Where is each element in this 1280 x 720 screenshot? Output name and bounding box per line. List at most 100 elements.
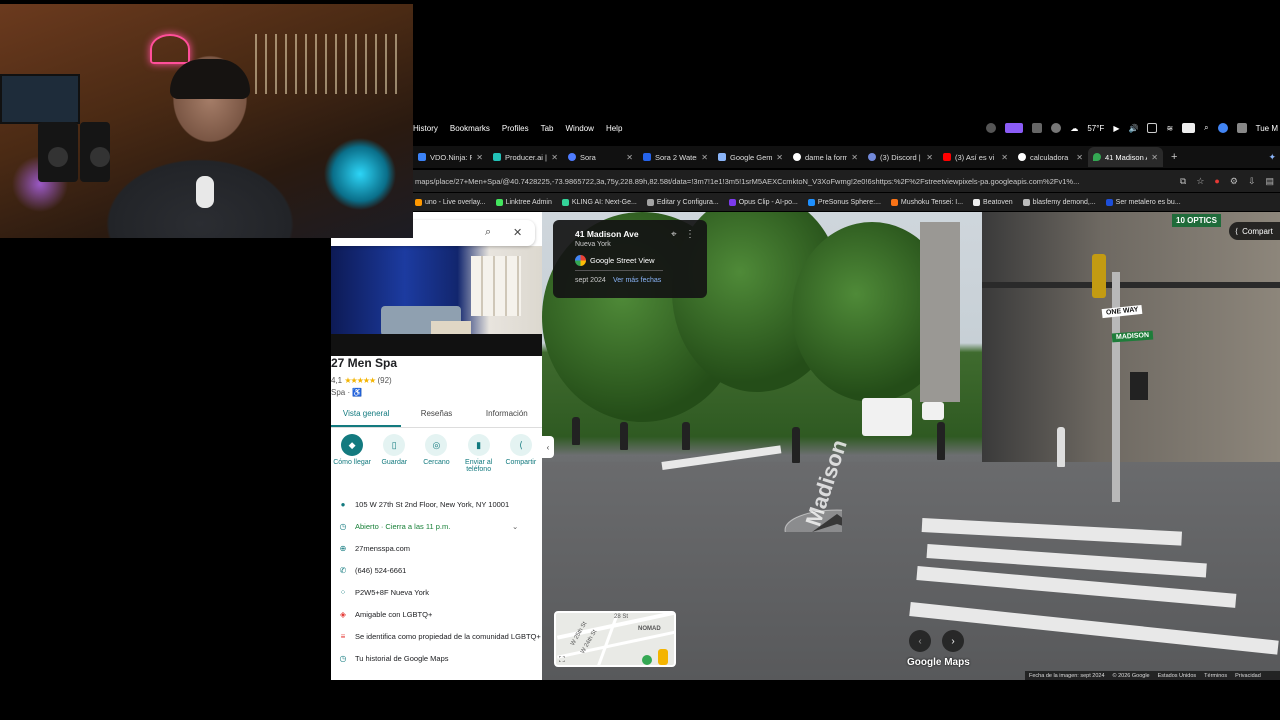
bookmark-item[interactable]: Ser metalero es bu... [1105, 198, 1181, 206]
tab-discord[interactable]: (3) Discord | ✕ [863, 147, 938, 167]
place-photo[interactable] [331, 246, 542, 356]
tab-about[interactable]: Información [472, 404, 542, 427]
close-icon[interactable]: ✕ [1151, 153, 1158, 162]
pedestrian [682, 422, 690, 450]
bookmark-item[interactable]: blasfemy demond,... [1022, 198, 1096, 206]
bookmark-item[interactable]: Beatoven [973, 198, 1013, 206]
save-button[interactable]: ▯ Guardar [374, 434, 414, 473]
tab-producer[interactable]: Producer.ai | ✕ [488, 147, 563, 167]
tab-calculadora[interactable]: calculadora ✕ [1013, 147, 1088, 167]
bookmark-item[interactable]: KLING AI: Next-Ge... [561, 198, 637, 206]
close-icon[interactable]: ✕ [851, 153, 858, 162]
menu-history[interactable]: History [413, 124, 438, 133]
location-pin-icon[interactable]: ⌖ [671, 229, 677, 240]
bookmark-star-icon[interactable]: ☆ [1196, 176, 1204, 187]
minimap[interactable]: 28 St NOMAD W 25th St W 24th St ⛶ [554, 611, 676, 667]
tab-google-gemini[interactable]: Google Gem ✕ [713, 147, 788, 167]
play-icon[interactable]: ▶ [1113, 124, 1119, 133]
address-row[interactable]: ● 105 W 27th St 2nd Floor, New York, NY 1… [331, 496, 542, 518]
phone-row[interactable]: ✆ (646) 524-6661 [331, 562, 542, 584]
new-tab-button[interactable]: + [1171, 151, 1177, 163]
review-count[interactable]: (92) [377, 376, 391, 385]
imagery-footer: Fecha de la imagen: sept 2024 © 2026 Goo… [1025, 671, 1280, 680]
tab-sora[interactable]: Sora ✕ [563, 147, 638, 167]
maps-history-row[interactable]: ◷ Tu historial de Google Maps [331, 650, 542, 672]
bookmark-item[interactable]: PreSonus Sphere:... [807, 198, 881, 206]
see-more-dates-link[interactable]: Ver más fechas [613, 277, 661, 284]
pegman-icon[interactable] [658, 649, 668, 665]
expand-icon[interactable]: ⛶ [559, 655, 565, 665]
bookmark-favicon [646, 198, 654, 206]
chrome-profile-icon[interactable] [1217, 123, 1228, 133]
bookmark-item[interactable]: Opus Clip - AI-po... [728, 198, 798, 206]
tab-vdo-ninja[interactable]: VDO.Ninja: R ✕ [413, 147, 488, 167]
plus-code-row[interactable]: ⁘ P2W5+8F Nueva York [331, 584, 542, 606]
screen-record-icon[interactable] [1005, 123, 1024, 133]
terms-link[interactable]: Términos [1204, 673, 1227, 679]
tab-overview[interactable]: Vista general [331, 404, 402, 427]
directions-button[interactable]: ◆ Cómo llegar [332, 434, 372, 473]
tab-dame-la-form[interactable]: dame la form ✕ [788, 147, 863, 167]
prev-arrow-icon[interactable]: ‹ [909, 630, 931, 652]
url-field[interactable]: maps/place/27+Men+Spa/@40.7428225,-73.98… [415, 177, 1170, 186]
send-to-phone-button[interactable]: ▮ Enviar al teléfono [459, 434, 499, 473]
menu-help[interactable]: Help [606, 124, 622, 133]
website-row[interactable]: ⊕ 27mensspa.com [331, 540, 542, 562]
bookmark-item[interactable]: Editar y Configura... [646, 198, 719, 206]
privacy-link[interactable]: Privacidad [1235, 673, 1261, 679]
close-icon[interactable]: ✕ [701, 153, 708, 162]
close-icon[interactable]: ✕ [476, 153, 483, 162]
tab-sora-2[interactable]: Sora 2 Water ✕ [638, 147, 713, 167]
menu-profiles[interactable]: Profiles [502, 124, 529, 133]
next-arrow-icon[interactable]: › [942, 630, 964, 652]
at-icon[interactable] [1051, 123, 1062, 133]
close-icon[interactable]: ✕ [926, 153, 933, 162]
tab-favicon [418, 153, 426, 161]
share-button[interactable]: ⟨ Compartir [501, 434, 541, 473]
display-icon[interactable] [1147, 123, 1158, 133]
bookmark-item[interactable]: Linktree Admin [495, 198, 552, 206]
menu-window[interactable]: Window [566, 124, 594, 133]
menu-tab[interactable]: Tab [541, 124, 554, 133]
grid-icon[interactable] [1032, 123, 1043, 133]
downloads-icon[interactable]: ⇩ [1248, 176, 1256, 187]
navigation-arrow-icon[interactable] [782, 502, 842, 532]
pedestrian [572, 417, 580, 445]
weather-icon[interactable]: ☁ [1070, 124, 1078, 133]
collapse-panel-button[interactable]: ‹ [542, 436, 554, 458]
hours-row[interactable]: ◷ Abierto · Cierra a las 11 p.m. ⌄ [331, 518, 542, 540]
close-icon[interactable]: ✕ [1001, 153, 1008, 162]
obs-icon[interactable] [986, 123, 997, 133]
chevron-down-icon[interactable]: ⌄ [512, 522, 542, 531]
close-icon[interactable]: ✕ [1076, 153, 1083, 162]
country-link[interactable]: Estados Unidos [1158, 673, 1197, 679]
extension-icon[interactable]: ✦ [1268, 152, 1276, 163]
bookmark-item[interactable]: Mushoku Tensei: I... [890, 198, 963, 206]
clock[interactable]: Tue M [1256, 124, 1278, 133]
lgbtq-owned-row: ≡ Se identifica como propiedad de la comu… [331, 628, 542, 650]
close-icon[interactable]: ✕ [513, 226, 522, 239]
divider [575, 270, 663, 271]
tab-search-icon[interactable]: ⧉ [1180, 176, 1186, 187]
tab-youtube[interactable]: (3) Así es vi ✕ [938, 147, 1013, 167]
search-icon[interactable]: ⌕ [1204, 123, 1208, 133]
sidepanel-icon[interactable]: ▤ [1265, 176, 1274, 187]
close-icon[interactable]: ✕ [626, 153, 633, 162]
nearby-button[interactable]: ◎ Cercano [416, 434, 456, 473]
more-options-icon[interactable]: ⋮ [685, 229, 695, 240]
menu-bookmarks[interactable]: Bookmarks [450, 124, 490, 133]
record-icon[interactable]: ● [1214, 176, 1219, 186]
share-button[interactable]: ⟨ Compart [1229, 222, 1280, 240]
extensions-icon[interactable]: ⚙ [1230, 176, 1238, 187]
bookmark-item[interactable]: uno - Live overlay... [415, 198, 486, 206]
volume-icon[interactable]: 🔊 [1128, 124, 1138, 133]
search-icon[interactable]: ⌕ [485, 226, 491, 239]
tab-41-madison[interactable]: 41 Madison A ✕ [1088, 147, 1163, 167]
close-icon[interactable]: ✕ [551, 153, 558, 162]
weather-temp[interactable]: 57°F [1087, 124, 1104, 133]
close-icon[interactable]: ✕ [776, 153, 783, 162]
wifi-icon[interactable]: ≋ [1166, 124, 1173, 133]
tab-reviews[interactable]: Reseñas [401, 404, 471, 427]
control-center-icon[interactable] [1236, 123, 1247, 133]
input-source-icon[interactable] [1182, 123, 1196, 133]
